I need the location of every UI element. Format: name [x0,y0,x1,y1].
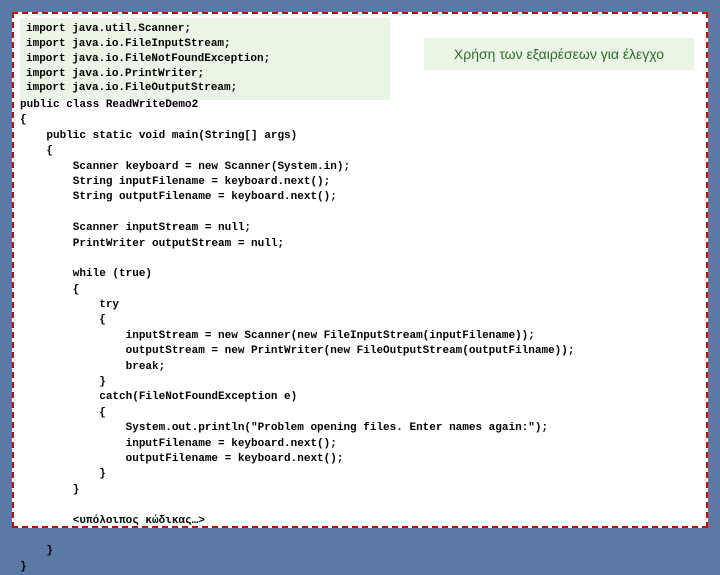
import-line: import java.io.FileOutputStream; [26,81,384,96]
slide-frame: import java.util.Scanner; import java.io… [12,12,708,528]
import-line: import java.io.FileNotFoundException; [26,52,384,67]
callout-text: Χρήση των εξαιρέσεων για έλεγχο [454,46,664,62]
imports-box: import java.util.Scanner; import java.io… [20,18,390,100]
import-line: import java.io.FileInputStream; [26,37,384,52]
callout-box: Χρήση των εξαιρέσεων για έλεγχο [424,38,694,70]
import-line: import java.util.Scanner; [26,22,384,37]
code-body: public class ReadWriteDemo2 { public sta… [20,98,700,575]
import-line: import java.io.PrintWriter; [26,67,384,82]
